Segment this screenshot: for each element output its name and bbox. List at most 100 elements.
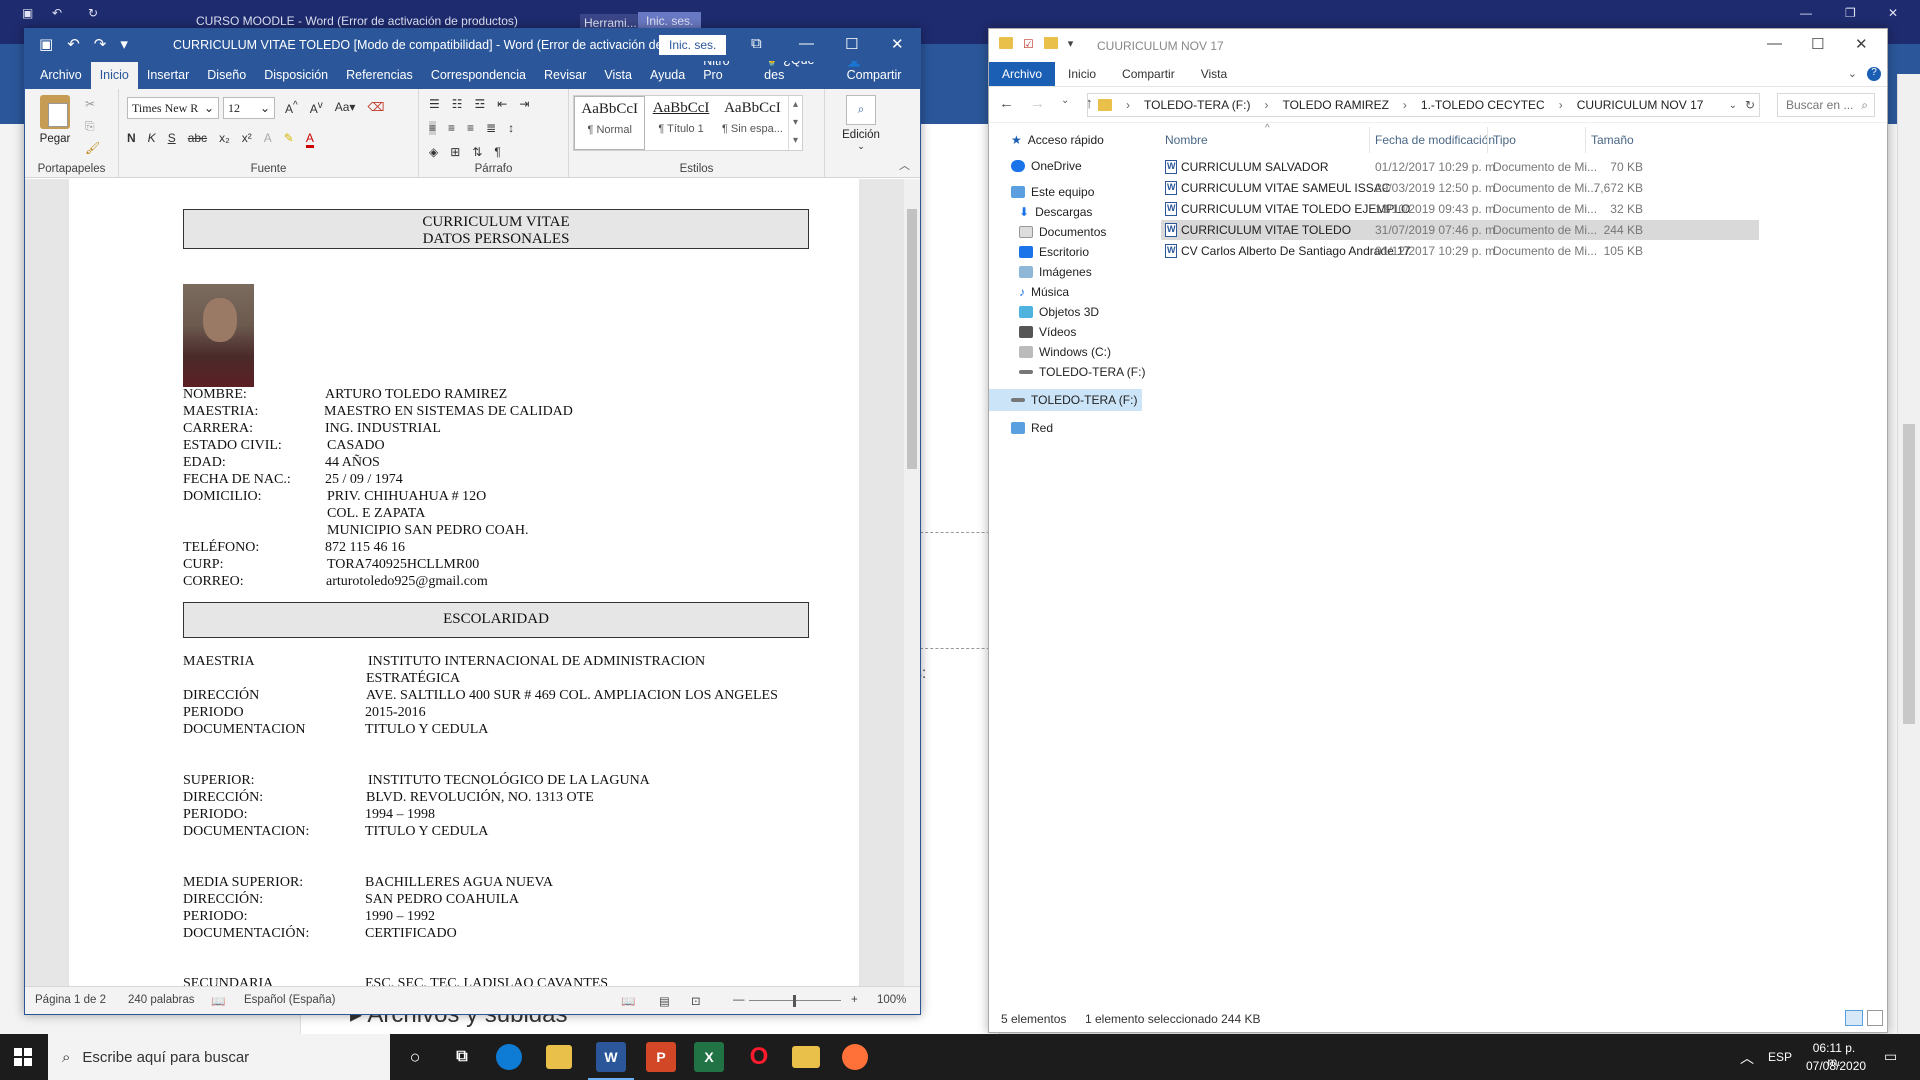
nav-desktop[interactable]: Escritorio xyxy=(1019,245,1089,259)
align-left-icon[interactable]: ≡ xyxy=(429,121,437,135)
edge-icon[interactable] xyxy=(496,1044,522,1070)
nav-music[interactable]: ♪ Música xyxy=(1019,285,1069,299)
back-icon[interactable]: ← xyxy=(999,95,1014,112)
grow-font-icon[interactable]: A^ xyxy=(285,100,298,116)
paste-button[interactable]: Pegar xyxy=(35,95,75,145)
nav-network[interactable]: Red xyxy=(1011,421,1053,435)
address-dropdown-icon[interactable]: ⌄ xyxy=(1729,100,1737,111)
tab-archivo[interactable]: Archivo xyxy=(31,62,91,89)
minimize-icon[interactable]: — xyxy=(1767,35,1782,52)
explorer-search-input[interactable]: Buscar en ... ⌕ xyxy=(1777,93,1875,117)
font-size-combo[interactable]: 12 ⌄ xyxy=(223,97,275,119)
increase-indent-icon[interactable]: ⇥ xyxy=(519,97,529,111)
borders-icon[interactable]: ⊞ xyxy=(450,145,460,159)
column-header-type[interactable]: Tipo xyxy=(1493,133,1516,147)
proofing-icon[interactable]: 📖 xyxy=(211,994,225,1008)
maximize-icon[interactable]: ☐ xyxy=(845,35,858,53)
file-row[interactable]: CV Carlos Alberto De Santiago Andrade 17… xyxy=(1161,241,1759,261)
column-divider[interactable] xyxy=(1369,127,1370,153)
nav-windows-drive[interactable]: Windows (C:) xyxy=(1019,345,1111,359)
large-icons-view-icon[interactable] xyxy=(1867,1010,1883,1026)
breadcrumb-item[interactable]: TOLEDO RAMIREZ xyxy=(1282,98,1388,112)
properties-icon[interactable]: ☑ xyxy=(1023,37,1034,51)
style-no-spacing[interactable]: AaBbCcI ¶ Sin espa... xyxy=(717,96,788,150)
text-effects-icon[interactable]: A xyxy=(264,131,272,148)
zoom-out-icon[interactable]: — xyxy=(733,994,745,1006)
zoom-in-icon[interactable]: + xyxy=(851,994,858,1006)
save-icon[interactable]: ▣ xyxy=(22,6,33,20)
document-page[interactable]: CURRICULUM VITAE DATOS PERSONALES NOMBRE… xyxy=(69,179,859,986)
tab-insertar[interactable]: Insertar xyxy=(138,62,198,89)
shrink-font-icon[interactable]: Av xyxy=(310,100,323,116)
column-header-name[interactable]: Nombre xyxy=(1165,133,1208,147)
redo-icon[interactable]: ↷ xyxy=(94,35,107,53)
tab-disposicion[interactable]: Disposición xyxy=(255,62,337,89)
nav-quick-access[interactable]: ★ Acceso rápido xyxy=(1011,133,1104,147)
nav-toledo-drive-root[interactable]: TOLEDO-TERA (F:) xyxy=(989,389,1142,411)
decrease-indent-icon[interactable]: ⇤ xyxy=(497,97,507,111)
multilevel-list-icon[interactable]: ☲ xyxy=(475,97,486,111)
line-spacing-icon[interactable]: ↕ xyxy=(508,121,514,135)
file-explorer-taskbar-icon[interactable] xyxy=(792,1046,820,1068)
task-view-icon[interactable]: ⧉ xyxy=(447,1042,477,1072)
word-count[interactable]: 240 palabras xyxy=(128,994,195,1006)
signin-button[interactable]: Inic. ses. xyxy=(659,35,727,55)
forward-icon[interactable]: → xyxy=(1030,95,1045,112)
subscript-icon[interactable]: x₂ xyxy=(219,131,230,148)
shading-icon[interactable]: ◈ xyxy=(429,145,438,159)
justify-icon[interactable]: ≣ xyxy=(486,121,496,135)
redo-icon[interactable]: ↻ xyxy=(88,6,98,20)
page-count[interactable]: Página 1 de 2 xyxy=(35,994,106,1006)
bold-icon[interactable]: N xyxy=(127,131,136,148)
editing-button[interactable]: ⌕ Edición ⌄ xyxy=(833,95,889,152)
clock-date[interactable]: 07/08/2020 xyxy=(1806,1059,1866,1073)
web-layout-icon[interactable]: ⊡ xyxy=(691,994,701,1008)
breadcrumb-item[interactable]: TOLEDO-TERA (F:) xyxy=(1144,98,1250,112)
tab-vista[interactable]: Vista xyxy=(595,62,641,89)
customize-icon[interactable]: ▾ xyxy=(1068,37,1074,51)
file-row[interactable]: CURRICULUM VITAE SAMEUL ISSAC 29/03/2019… xyxy=(1161,178,1759,198)
help-icon[interactable]: ? xyxy=(1867,66,1881,81)
recent-locations-icon[interactable]: ⌄ xyxy=(1061,95,1069,112)
notification-center-icon[interactable]: ▭ xyxy=(1884,1048,1897,1065)
expand-ribbon-icon[interactable]: ⌄ xyxy=(1848,67,1857,80)
style-heading-1[interactable]: AaBbCcI ¶ Título 1 xyxy=(645,96,716,150)
file-row[interactable]: CURRICULUM VITAE TOLEDO EJEMPLO 13/10/20… xyxy=(1161,199,1759,219)
customize-qat-icon[interactable]: ▾ xyxy=(120,35,128,53)
windows-start-icon[interactable] xyxy=(14,1048,32,1066)
column-divider[interactable] xyxy=(1487,127,1488,153)
tab-inicio[interactable]: Inicio xyxy=(1055,62,1109,86)
excel-icon[interactable]: X xyxy=(694,1042,724,1072)
cortana-icon[interactable]: ○ xyxy=(400,1042,430,1072)
document-scrollbar[interactable] xyxy=(904,179,920,986)
font-color-icon[interactable]: A xyxy=(305,131,314,148)
collapse-ribbon-icon[interactable]: ︿ xyxy=(899,157,910,173)
align-center-icon[interactable]: ≡ xyxy=(448,121,455,135)
cut-icon[interactable]: ✂ xyxy=(85,97,95,111)
language-indicator[interactable]: Español (España) xyxy=(244,994,335,1006)
column-header-date[interactable]: Fecha de modificación xyxy=(1375,133,1495,147)
minimize-icon[interactable]: — xyxy=(799,35,814,52)
tab-diseno[interactable]: Diseño xyxy=(198,62,255,89)
show-hidden-icons[interactable]: ︿ xyxy=(1740,1048,1754,1068)
store-icon[interactable] xyxy=(546,1045,572,1069)
file-row-selected[interactable]: CURRICULUM VITAE TOLEDO 31/07/2019 07:46… xyxy=(1161,220,1759,240)
tab-correspondencia[interactable]: Correspondencia xyxy=(422,62,535,89)
tab-referencias[interactable]: Referencias xyxy=(337,62,422,89)
powerpoint-icon[interactable]: P xyxy=(646,1042,676,1072)
style-normal[interactable]: AaBbCcI ¶ Normal xyxy=(574,96,646,150)
numbering-icon[interactable]: ☷ xyxy=(452,97,463,111)
close-icon[interactable]: ✕ xyxy=(1855,35,1868,53)
read-mode-icon[interactable]: 📖 xyxy=(621,994,635,1008)
tab-inicio[interactable]: Inicio xyxy=(90,62,138,89)
nav-pictures[interactable]: Imágenes xyxy=(1019,265,1092,279)
close-icon[interactable]: ✕ xyxy=(1888,6,1898,20)
breadcrumb-item[interactable]: CUURICULUM NOV 17 xyxy=(1577,98,1704,112)
nav-onedrive[interactable]: OneDrive xyxy=(1011,159,1082,173)
nav-3d-objects[interactable]: Objetos 3D xyxy=(1019,305,1099,319)
nav-videos[interactable]: Vídeos xyxy=(1019,325,1076,339)
opera-icon[interactable]: O xyxy=(744,1042,774,1072)
details-view-icon[interactable] xyxy=(1845,1010,1863,1026)
copy-icon[interactable]: ⎘ xyxy=(85,119,95,134)
tab-ayuda[interactable]: Ayuda xyxy=(641,62,694,89)
